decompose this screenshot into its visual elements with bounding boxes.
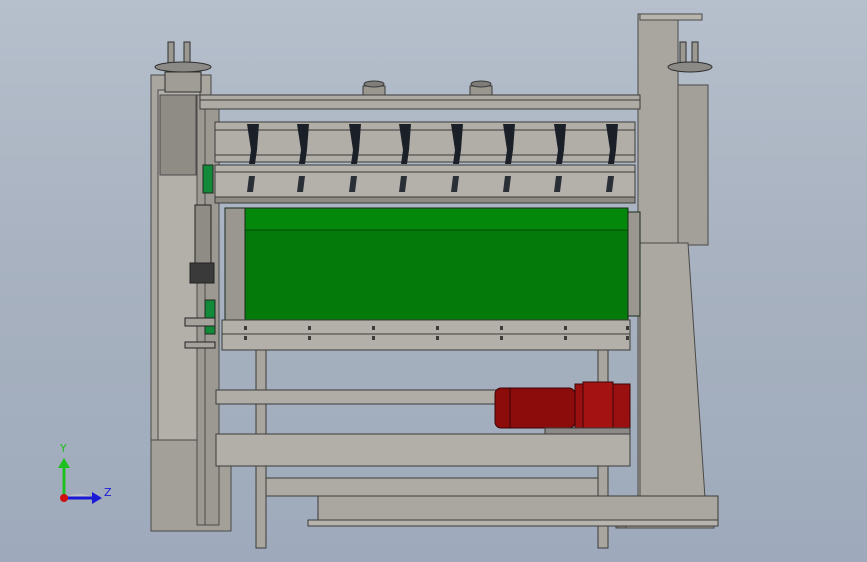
bolt <box>500 336 503 340</box>
orientation-triad: Y Z <box>50 440 120 510</box>
bolt <box>372 336 375 340</box>
bolt <box>564 326 567 330</box>
bolt <box>500 326 503 330</box>
slitting-machine-model[interactable] <box>0 0 867 562</box>
bolt <box>308 336 311 340</box>
bolt <box>244 326 247 330</box>
bottom-roller-beam <box>221 319 631 351</box>
bolt <box>372 326 375 330</box>
cad-viewport[interactable]: Y Z <box>0 0 867 562</box>
upper-knife-shaft <box>214 121 636 163</box>
bolt <box>626 336 629 340</box>
y-axis-label: Y <box>60 442 67 455</box>
z-axis-label: Z <box>104 486 112 499</box>
bolt <box>308 326 311 330</box>
green-roller[interactable] <box>224 207 641 321</box>
bolt <box>436 326 439 330</box>
top-beam <box>199 80 641 110</box>
bolt <box>436 336 439 340</box>
gear-motor[interactable] <box>494 381 631 435</box>
lower-knife-shaft <box>214 164 636 204</box>
bolt <box>244 336 247 340</box>
bolt <box>564 336 567 340</box>
bolt <box>626 326 629 330</box>
x-axis-dot <box>60 494 68 502</box>
